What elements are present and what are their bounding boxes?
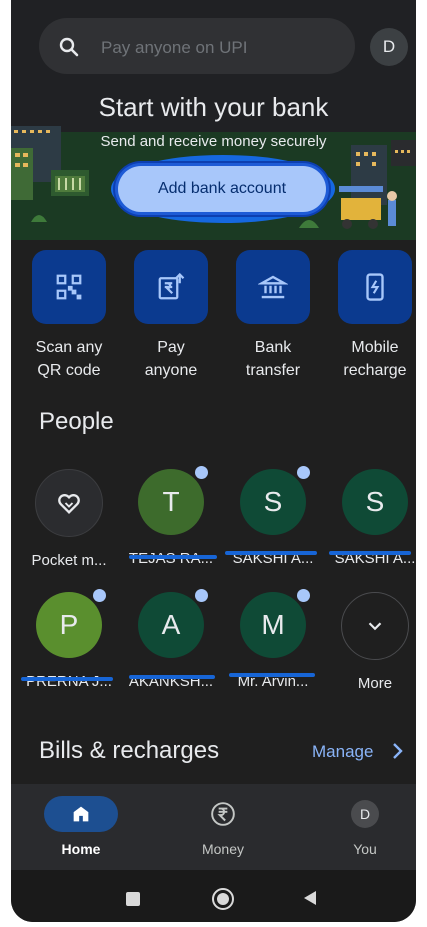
nav-home[interactable]: Home bbox=[21, 796, 141, 857]
search-input[interactable] bbox=[99, 34, 343, 62]
person-tejas[interactable]: T TEJAS RA... bbox=[124, 466, 218, 567]
home-system-dot bbox=[217, 893, 229, 905]
person-avatar[interactable]: P bbox=[36, 589, 106, 658]
search-icon bbox=[59, 37, 79, 57]
hero-banner: D Start with your bank Send and receive … bbox=[11, 0, 416, 240]
person-name: Pocket m... bbox=[31, 552, 107, 569]
action-label: Bank transfer bbox=[245, 339, 301, 379]
mobile-recharge-icon bbox=[366, 273, 384, 301]
home-system-button[interactable] bbox=[212, 888, 234, 910]
account-avatar[interactable]: D bbox=[370, 28, 408, 66]
phone-screen: D Start with your bank Send and receive … bbox=[11, 0, 416, 922]
redaction-mark bbox=[21, 677, 113, 681]
new-indicator-dot bbox=[93, 589, 106, 602]
pay-anyone-icon bbox=[158, 272, 185, 300]
person-avatar[interactable]: A bbox=[138, 589, 208, 658]
bank-icon bbox=[258, 275, 288, 299]
qr-code-icon bbox=[56, 274, 82, 300]
nav-money[interactable]: Money bbox=[163, 796, 283, 857]
profile-icon: D bbox=[351, 800, 379, 828]
person-avatar[interactable]: S bbox=[240, 466, 310, 535]
new-indicator-dot bbox=[195, 589, 208, 602]
new-indicator-dot bbox=[297, 466, 310, 479]
add-bank-account-button[interactable]: Add bank account bbox=[118, 166, 326, 212]
nav-you[interactable]: D You bbox=[305, 796, 416, 857]
quick-actions: Scan any QR code Pay anyone Bank transfer bbox=[11, 250, 416, 390]
bank-tile[interactable] bbox=[236, 250, 310, 324]
action-label: Scan any QR code bbox=[35, 339, 103, 379]
action-label: Mobile recharge bbox=[343, 339, 407, 379]
person-pocket-money[interactable]: Pocket m... bbox=[22, 469, 116, 569]
bottom-navigation: Home Money D You bbox=[11, 784, 416, 870]
manage-link[interactable]: Manage bbox=[312, 742, 373, 762]
new-indicator-dot bbox=[297, 589, 310, 602]
back-button[interactable] bbox=[303, 890, 317, 906]
rupee-icon bbox=[211, 802, 235, 826]
chevron-right-icon[interactable] bbox=[390, 741, 404, 761]
recharge-tile[interactable] bbox=[338, 250, 412, 324]
redaction-mark bbox=[329, 551, 411, 555]
nav-label: You bbox=[353, 841, 377, 857]
new-indicator-dot bbox=[195, 466, 208, 479]
nav-label: Home bbox=[61, 841, 101, 857]
person-prerna[interactable]: P PRERNA J... bbox=[22, 589, 116, 690]
action-label: Pay anyone bbox=[144, 339, 198, 379]
bills-recharges-title: Bills & recharges bbox=[39, 737, 220, 764]
people-title: People bbox=[39, 408, 114, 435]
redaction-mark bbox=[229, 673, 315, 677]
person-avatar[interactable]: M bbox=[240, 589, 310, 658]
redaction-mark bbox=[225, 551, 317, 555]
action-pay-anyone[interactable]: Pay anyone bbox=[124, 250, 218, 382]
hero-title: Start with your bank bbox=[98, 92, 329, 122]
scan-tile[interactable] bbox=[32, 250, 106, 324]
nav-home-pill[interactable] bbox=[44, 796, 118, 832]
nav-money-pill[interactable] bbox=[186, 796, 260, 832]
action-scan-qr[interactable]: Scan any QR code bbox=[22, 250, 116, 382]
search-bar[interactable] bbox=[39, 18, 355, 74]
person-name: PRERNA J... bbox=[26, 673, 112, 690]
more-label: More bbox=[357, 675, 393, 692]
chevron-down-icon bbox=[368, 622, 382, 631]
nav-you-pill[interactable]: D bbox=[328, 796, 402, 832]
pay-tile[interactable] bbox=[134, 250, 208, 324]
status-bar bbox=[11, 0, 416, 6]
system-navigation-bar bbox=[11, 870, 416, 922]
hero-subtitle: Send and receive money securely bbox=[100, 133, 327, 150]
nav-label: Money bbox=[201, 841, 245, 857]
more-people[interactable]: More bbox=[328, 592, 416, 692]
home-icon bbox=[73, 806, 89, 822]
redaction-mark bbox=[129, 675, 215, 679]
person-avatar[interactable]: S bbox=[342, 469, 408, 535]
redaction-mark bbox=[129, 555, 217, 559]
recents-button[interactable] bbox=[126, 892, 140, 906]
person-avatar[interactable]: T bbox=[138, 466, 208, 535]
pocket-money-icon bbox=[58, 494, 80, 514]
action-mobile-recharge[interactable]: Mobile recharge bbox=[328, 250, 416, 382]
action-bank-transfer[interactable]: Bank transfer bbox=[226, 250, 320, 382]
person-avatar[interactable] bbox=[35, 469, 103, 537]
more-button[interactable] bbox=[341, 592, 409, 660]
